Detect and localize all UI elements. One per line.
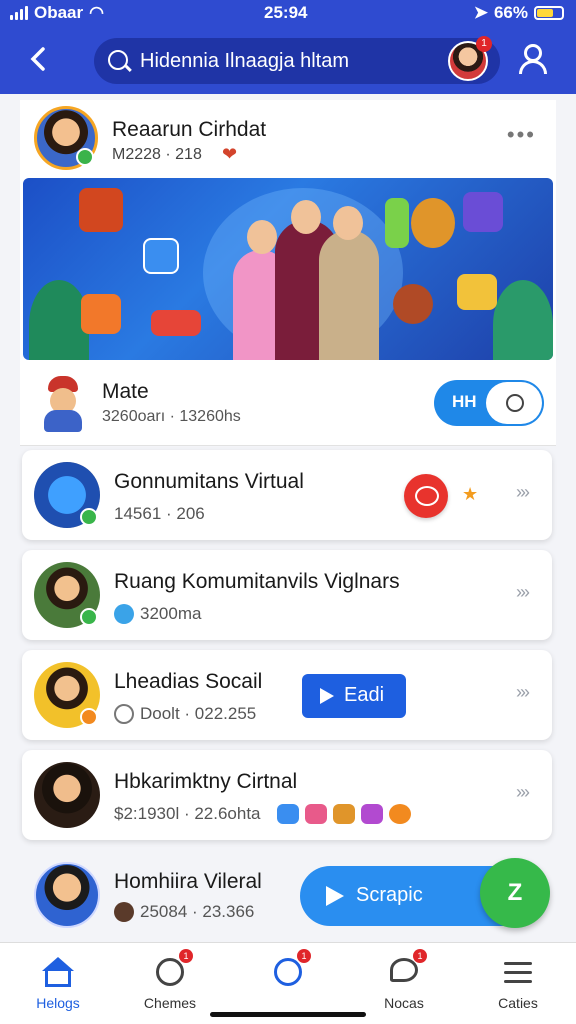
post-author[interactable]: Reaarun Cirhdat bbox=[112, 118, 266, 142]
community-title: Ruang Komumitanvils Viglnars bbox=[114, 570, 400, 593]
food-icon bbox=[151, 310, 201, 336]
notification-badge: 1 bbox=[413, 949, 427, 963]
battery-icon bbox=[534, 6, 564, 20]
sticker-icon bbox=[332, 804, 355, 824]
floating-action-button[interactable]: Z bbox=[480, 858, 550, 928]
message-icon: 1 bbox=[387, 949, 427, 989]
nav-item-notifications[interactable]: 1 Nocas bbox=[354, 949, 454, 1011]
post-meta: M2228 · 218 bbox=[112, 146, 202, 163]
game-tile-icon bbox=[457, 274, 497, 310]
community-avatar bbox=[34, 862, 100, 928]
community-title: Hbkarimktny Cirtnal bbox=[114, 770, 298, 793]
nav-item-center[interactable]: 1 bbox=[238, 949, 338, 995]
online-badge bbox=[80, 608, 98, 626]
community-meta: 3200ma bbox=[140, 604, 202, 623]
globe-icon bbox=[114, 604, 134, 624]
sticker-icon bbox=[304, 804, 327, 824]
notification-badge: 1 bbox=[297, 949, 311, 963]
person-figure bbox=[319, 230, 379, 360]
post-card: Reaarun Cirhdat M2228 · 218 ❤ ••• bbox=[20, 100, 556, 370]
menu-icon bbox=[501, 955, 535, 989]
game-tile-icon bbox=[143, 238, 179, 274]
mate-toggle[interactable]: HH bbox=[434, 380, 544, 426]
signal-icon bbox=[10, 6, 28, 20]
nav-item-home[interactable]: Helogs bbox=[8, 955, 108, 1011]
sticker-icon bbox=[276, 804, 299, 824]
chevron-right-icon[interactable]: ››› bbox=[516, 682, 530, 703]
top-app-bar: Obaar ◠ 25:94 ➤ 66% Hidennia Ilnaagja hl… bbox=[0, 0, 576, 94]
clock: 25:94 bbox=[264, 3, 308, 22]
list-item[interactable]: Hbkarimktny Cirtnal $2:1930l · 22.6ohta … bbox=[22, 750, 552, 840]
search-icon bbox=[486, 382, 542, 424]
profile-button[interactable] bbox=[516, 42, 550, 76]
online-badge bbox=[80, 708, 98, 726]
sticker-icon bbox=[388, 804, 411, 824]
chevron-right-icon[interactable]: ››› bbox=[516, 482, 530, 503]
camera-icon: 1 bbox=[271, 949, 311, 989]
clock-icon bbox=[114, 704, 134, 724]
nav-item-chat[interactable]: 1 Chemes bbox=[120, 949, 220, 1011]
user-avatar-small bbox=[114, 902, 134, 922]
location-icon: ➤ bbox=[473, 3, 488, 22]
plant-decoration bbox=[29, 280, 89, 360]
chat-icon: 1 bbox=[153, 949, 193, 989]
wifi-icon: ◠ bbox=[89, 3, 104, 22]
online-badge bbox=[76, 148, 94, 166]
search-input[interactable]: Hidennia Ilnaagja hltam bbox=[140, 50, 349, 73]
online-badge bbox=[80, 508, 98, 526]
mate-avatar bbox=[38, 376, 88, 432]
play-icon bbox=[320, 688, 334, 704]
community-title: Homhiira Vileral bbox=[114, 870, 262, 893]
list-item[interactable]: Homhiira Vileral 25084 · 23.366 Scrapic … bbox=[20, 858, 556, 942]
nav-item-more[interactable]: Caties bbox=[468, 955, 568, 1011]
mate-name: Mate bbox=[102, 380, 149, 403]
bear-icon bbox=[393, 284, 433, 324]
sticker-icon bbox=[360, 804, 383, 824]
play-tile-icon bbox=[81, 294, 121, 334]
search-bar[interactable]: Hidennia Ilnaagja hltam 1 bbox=[94, 36, 500, 84]
chevron-left-icon bbox=[30, 47, 45, 71]
community-avatar bbox=[34, 762, 100, 828]
mate-row[interactable]: Mate 3260oarı · 13260hs HH bbox=[20, 370, 556, 446]
chevron-right-icon[interactable]: ››› bbox=[516, 582, 530, 603]
list-item[interactable]: Lheadias Socail Doolt · 022.255 Eadi ››› bbox=[22, 650, 552, 740]
more-options-button[interactable]: ••• bbox=[507, 122, 536, 148]
search-icon bbox=[108, 50, 128, 70]
back-button[interactable] bbox=[24, 44, 54, 74]
play-icon bbox=[326, 886, 344, 906]
post-banner-image[interactable] bbox=[23, 178, 553, 360]
community-title: Lheadias Socail bbox=[114, 670, 263, 693]
community-meta: 14561 · 206 bbox=[114, 504, 205, 523]
community-meta: Doolt · 022.255 bbox=[140, 704, 257, 723]
plant-decoration bbox=[493, 280, 553, 360]
bear-icon bbox=[411, 198, 455, 248]
home-indicator bbox=[210, 1012, 366, 1017]
chat-button[interactable] bbox=[404, 474, 448, 518]
star-icon: ★ bbox=[462, 484, 479, 504]
edit-button[interactable]: Eadi bbox=[302, 674, 406, 718]
chevron-right-icon[interactable]: ››› bbox=[516, 782, 530, 803]
chart-tile-icon bbox=[385, 198, 409, 248]
battery-percent: 66% bbox=[493, 3, 528, 22]
toggle-label: HH bbox=[452, 392, 477, 411]
community-title: Gonnumitans Virtual bbox=[114, 470, 304, 493]
list-item[interactable]: Ruang Komumitanvils Viglnars 3200ma ››› bbox=[22, 550, 552, 640]
carrier-label: Obaar bbox=[34, 3, 84, 22]
sticker-row bbox=[276, 804, 411, 824]
gear-tile-icon bbox=[463, 192, 503, 232]
notification-badge: 1 bbox=[179, 949, 193, 963]
notification-badge: 1 bbox=[476, 36, 492, 52]
list-item[interactable]: Gonnumitans Virtual 14561 · 206 ★ ››› bbox=[22, 450, 552, 540]
community-meta: 25084 · 23.366 bbox=[140, 902, 255, 921]
heart-icon: ❤ bbox=[222, 144, 238, 164]
status-bar: Obaar ◠ 25:94 ➤ 66% bbox=[0, 0, 576, 26]
toy-icon bbox=[79, 188, 123, 232]
community-meta: $2:1930l · 22.6ohta bbox=[114, 804, 261, 823]
mate-meta: 3260oarı · 13260hs bbox=[102, 408, 241, 425]
home-icon bbox=[41, 955, 75, 989]
